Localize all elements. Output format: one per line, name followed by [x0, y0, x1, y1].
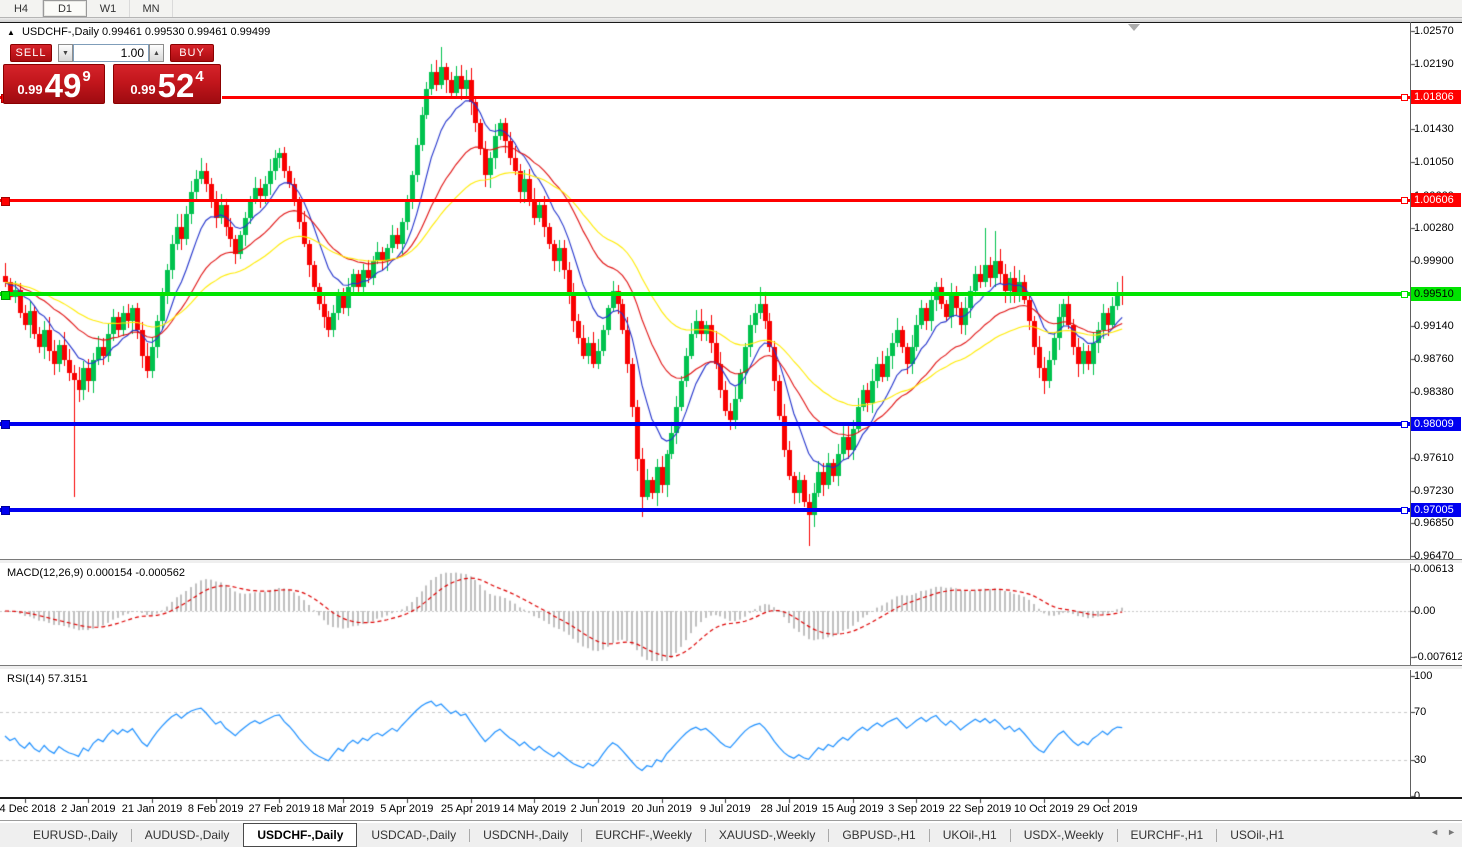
- line-anchor-handle[interactable]: [1401, 506, 1408, 514]
- date-axis-label: 3 Sep 2019: [888, 803, 945, 815]
- tab-scroll-left-icon[interactable]: ◄: [1430, 827, 1439, 837]
- line-anchor-handle[interactable]: [1, 420, 10, 430]
- date-axis-separator: [0, 797, 1462, 799]
- price-axis-tick: 0.99140: [1414, 320, 1454, 333]
- price-axis-tick: 1.01050: [1414, 156, 1454, 169]
- rsi-axis-tick: 70: [1414, 706, 1427, 718]
- rsi-indicator-label: RSI(14) 57.3151: [7, 673, 88, 685]
- sell-price-prefix: 0.99: [17, 82, 43, 97]
- line-anchor-handle[interactable]: [1, 506, 10, 516]
- macd-axis-tick: 0.00: [1414, 605, 1436, 617]
- date-axis-label: 8 Feb 2019: [187, 803, 244, 815]
- macd-indicator-label: MACD(12,26,9) 0.000154 -0.000562: [7, 567, 185, 579]
- chart-symbol-label: USDCHF-,Daily: [21, 26, 99, 38]
- price-axis-separator: [1410, 22, 1411, 799]
- date-axis-label: 25 Apr 2019: [440, 803, 501, 815]
- date-axis-label: 5 Apr 2019: [380, 803, 434, 815]
- buy-quote-box[interactable]: 0.99 52 4: [113, 64, 221, 104]
- sell-price-sup: 9: [82, 68, 91, 85]
- date-axis-label: 22 Sep 2019: [948, 803, 1012, 815]
- price-line-label-1.00606: 1.00606: [1411, 193, 1461, 208]
- date-axis-label: 15 Aug 2019: [821, 803, 884, 815]
- volume-input[interactable]: [73, 44, 149, 62]
- support-line-0.97005[interactable]: [0, 507, 1410, 512]
- price-axis-tick: 0.98380: [1414, 385, 1454, 398]
- one-click-trade-panel: SELL ▼ ▲ BUY 0.99 49 9 0.99 52 4: [3, 42, 222, 104]
- resistance-line-1.00606[interactable]: [0, 198, 1410, 202]
- support-line-0.98009[interactable]: [0, 421, 1410, 426]
- price-axis-tick: 1.00280: [1414, 222, 1454, 235]
- price-axis-tick: 0.98760: [1414, 352, 1454, 365]
- rsi-axis-tick: 0: [1414, 790, 1421, 802]
- price-axis-tick: 1.01430: [1414, 123, 1454, 136]
- line-anchor-handle[interactable]: [1, 196, 10, 206]
- volume-decrease-button[interactable]: ▼: [58, 44, 73, 62]
- buy-button[interactable]: BUY: [170, 44, 214, 62]
- sell-button[interactable]: SELL: [10, 44, 52, 62]
- tab-bar-top-line: [0, 820, 1462, 821]
- volume-increase-button[interactable]: ▲: [149, 44, 164, 62]
- price-axis-tick: 1.02570: [1414, 25, 1454, 38]
- date-axis-label: 27 Feb 2019: [248, 803, 311, 815]
- price-line-label-0.98009: 0.98009: [1411, 416, 1461, 431]
- date-axis-label: 18 Mar 2019: [312, 803, 374, 815]
- tab-scroll-right-icon[interactable]: ►: [1447, 827, 1456, 837]
- symbol-collapse-icon[interactable]: ▲: [7, 28, 15, 37]
- pivot-line-0.99510[interactable]: [0, 292, 1410, 297]
- price-axis-tick: 0.97230: [1414, 484, 1454, 497]
- macd-panel-splitter[interactable]: [0, 559, 1462, 564]
- price-axis-tick: 0.96850: [1414, 517, 1454, 530]
- date-axis-label: 28 Jul 2019: [760, 803, 818, 815]
- date-axis-label: 9 Jul 2019: [699, 803, 751, 815]
- macd-axis-tick: 0.00613: [1414, 563, 1454, 575]
- buy-price-prefix: 0.99: [130, 82, 156, 97]
- price-axis-tick: 0.97610: [1414, 451, 1454, 464]
- sell-price-big: 49: [44, 67, 82, 104]
- date-axis-label: 14 May 2019: [502, 803, 566, 815]
- buy-price-sup: 4: [195, 68, 204, 85]
- date-axis-label: 10 Oct 2019: [1013, 803, 1074, 815]
- line-anchor-handle[interactable]: [1401, 420, 1408, 428]
- price-line-label-1.01806: 1.01806: [1411, 90, 1461, 104]
- macd-axis-tick: -0.007612: [1414, 651, 1462, 663]
- line-anchor-handle[interactable]: [1401, 197, 1408, 205]
- price-line-label-0.99510: 0.99510: [1411, 287, 1461, 302]
- line-anchor-handle[interactable]: [1, 290, 10, 300]
- line-anchor-handle[interactable]: [1401, 291, 1408, 299]
- rsi-axis-tick: 30: [1414, 754, 1427, 766]
- chart-title: ▲ USDCHF-,Daily 0.99461 0.99530 0.99461 …: [7, 26, 270, 38]
- date-axis-label: 14 Dec 2018: [0, 803, 56, 815]
- price-axis-tick: 1.02190: [1414, 57, 1454, 70]
- sell-quote-box[interactable]: 0.99 49 9: [3, 64, 105, 104]
- buy-price-big: 52: [157, 67, 195, 104]
- date-axis-label: 21 Jan 2019: [121, 803, 183, 815]
- date-axis-label: 29 Oct 2019: [1077, 803, 1138, 815]
- chart-ohlc-values: 0.99461 0.99530 0.99461 0.99499: [102, 26, 271, 38]
- date-axis-label: 2 Jan 2019: [61, 803, 116, 815]
- price-axis-tick: 0.99900: [1414, 254, 1454, 267]
- line-anchor-handle[interactable]: [1401, 94, 1408, 101]
- rsi-axis-tick: 100: [1414, 670, 1433, 682]
- trading-terminal: H4D1W1MN ▲ USDCHF-,Daily 0.99461 0.99530…: [0, 0, 1462, 847]
- date-axis-label: 20 Jun 2019: [631, 803, 692, 815]
- date-axis-label: 2 Jun 2019: [570, 803, 626, 815]
- price-line-label-0.97005: 0.97005: [1411, 502, 1461, 517]
- rsi-panel-splitter[interactable]: [0, 665, 1462, 670]
